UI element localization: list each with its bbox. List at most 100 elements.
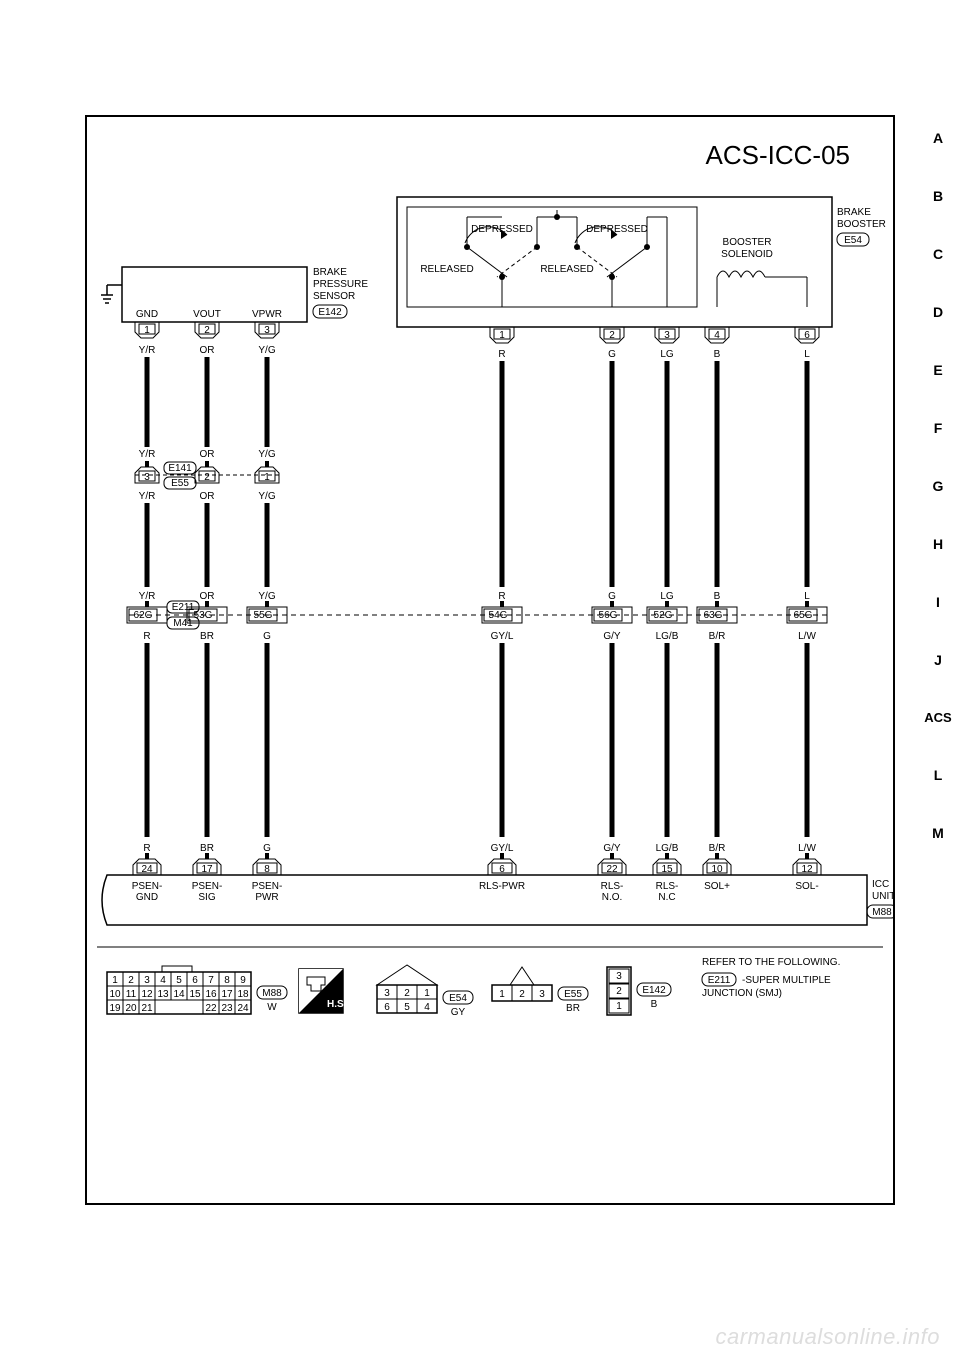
tab-m[interactable]: M bbox=[918, 825, 958, 841]
svg-text:GY/L: GY/L bbox=[491, 631, 514, 642]
diagram-frame: GND VOUT VPWR BRAKE PRESSURE SENSOR E142 bbox=[85, 115, 895, 1205]
svg-text:G: G bbox=[608, 349, 616, 360]
svg-text:R: R bbox=[498, 349, 505, 360]
svg-text:SIG: SIG bbox=[198, 892, 215, 903]
svg-text:52G: 52G bbox=[654, 610, 673, 621]
svg-text:R: R bbox=[498, 591, 505, 602]
svg-text:Y/R: Y/R bbox=[139, 449, 156, 460]
connector-m88: 1 2 3 4 5 6 7 8 9 10 11 12 13 14 bbox=[107, 966, 287, 1014]
wiring-diagram-svg: GND VOUT VPWR BRAKE PRESSURE SENSOR E142 bbox=[87, 117, 893, 1203]
svg-text:2: 2 bbox=[609, 330, 615, 341]
svg-text:54G: 54G bbox=[489, 610, 508, 621]
mid-junction-bps: Y/R OR Y/G 3 2 1 E141 E55 Y/R OR Y/G bbox=[135, 449, 279, 502]
svg-text:REFER TO THE FOLLOWING.: REFER TO THE FOLLOWING. bbox=[702, 957, 840, 968]
svg-text:1: 1 bbox=[424, 988, 430, 999]
bps-label-1: BRAKE bbox=[313, 267, 347, 278]
svg-text:6: 6 bbox=[804, 330, 810, 341]
svg-text:3: 3 bbox=[616, 971, 622, 982]
svg-text:BR: BR bbox=[200, 631, 214, 642]
svg-text:SOL-: SOL- bbox=[795, 881, 818, 892]
svg-text:L: L bbox=[804, 591, 810, 602]
brake-booster-label-1: BRAKE bbox=[837, 207, 871, 218]
svg-text:1: 1 bbox=[616, 1001, 622, 1012]
svg-text:2: 2 bbox=[128, 975, 134, 986]
switch-depressed-2: DEPRESSED bbox=[586, 224, 648, 235]
svg-text:6: 6 bbox=[192, 975, 198, 986]
tab-i[interactable]: I bbox=[918, 594, 958, 610]
svg-text:23: 23 bbox=[221, 1003, 233, 1014]
svg-text:B: B bbox=[714, 591, 721, 602]
svg-text:RLS-: RLS- bbox=[601, 881, 624, 892]
svg-text:BR: BR bbox=[566, 1003, 580, 1014]
tab-f[interactable]: F bbox=[918, 420, 958, 436]
svg-text:Y/G: Y/G bbox=[258, 491, 275, 502]
svg-text:E211: E211 bbox=[172, 602, 195, 613]
tab-j[interactable]: J bbox=[918, 652, 958, 668]
junction-bottom-colors: R BR G GY/L G/Y LG/B B/R L/W bbox=[143, 631, 816, 642]
svg-text:8: 8 bbox=[224, 975, 230, 986]
wires-upper bbox=[147, 357, 807, 587]
svg-text:GY/L: GY/L bbox=[491, 843, 514, 854]
svg-text:3: 3 bbox=[264, 325, 270, 336]
tab-b[interactable]: B bbox=[918, 188, 958, 204]
watermark: carmanualsonline.info bbox=[715, 1324, 940, 1350]
tab-g[interactable]: G bbox=[918, 478, 958, 494]
svg-text:9: 9 bbox=[240, 975, 246, 986]
bps-label-3: SENSOR bbox=[313, 291, 355, 302]
tab-c[interactable]: C bbox=[918, 246, 958, 262]
svg-text:5: 5 bbox=[404, 1002, 410, 1013]
brake-booster-connector: E54 bbox=[844, 235, 862, 246]
wires-lower bbox=[147, 643, 807, 837]
section-tabs: A B C D E F G H I J ACS L M bbox=[918, 130, 958, 883]
svg-text:2: 2 bbox=[404, 988, 410, 999]
svg-text:11: 11 bbox=[126, 989, 137, 1000]
svg-text:M41: M41 bbox=[173, 618, 193, 629]
svg-text:N.O.: N.O. bbox=[602, 892, 623, 903]
brake-booster-label-2: BOOSTER bbox=[837, 219, 886, 230]
svg-text:W: W bbox=[267, 1002, 277, 1013]
svg-text:10: 10 bbox=[711, 864, 723, 875]
svg-text:E211: E211 bbox=[708, 975, 731, 986]
svg-text:1: 1 bbox=[144, 325, 150, 336]
booster-solenoid-label-1: BOOSTER bbox=[723, 237, 772, 248]
svg-text:RLS-: RLS- bbox=[656, 881, 679, 892]
tab-a[interactable]: A bbox=[918, 130, 958, 146]
svg-text:12: 12 bbox=[141, 989, 153, 1000]
svg-text:G/Y: G/Y bbox=[603, 843, 621, 854]
svg-text:1: 1 bbox=[264, 472, 270, 483]
svg-text:1: 1 bbox=[499, 330, 505, 341]
svg-text:BR: BR bbox=[200, 843, 214, 854]
svg-text:-SUPER MULTIPLE: -SUPER MULTIPLE bbox=[742, 975, 831, 986]
svg-text:OR: OR bbox=[200, 591, 215, 602]
svg-text:GY: GY bbox=[451, 1007, 466, 1018]
tab-h[interactable]: H bbox=[918, 536, 958, 552]
svg-text:65G: 65G bbox=[794, 610, 813, 621]
svg-text:PWR: PWR bbox=[255, 892, 278, 903]
svg-text:OR: OR bbox=[200, 449, 215, 460]
svg-text:SOL+: SOL+ bbox=[704, 881, 730, 892]
icc-wire-colors: R BR G GY/L G/Y LG/B B/R L/W bbox=[143, 843, 816, 859]
tab-l[interactable]: L bbox=[918, 767, 958, 783]
svg-text:B: B bbox=[714, 349, 721, 360]
svg-text:3: 3 bbox=[664, 330, 670, 341]
tab-d[interactable]: D bbox=[918, 304, 958, 320]
svg-text:3: 3 bbox=[384, 988, 390, 999]
svg-text:JUNCTION (SMJ): JUNCTION (SMJ) bbox=[702, 988, 782, 999]
junction-top-colors: Y/R OR Y/G R G LG B L bbox=[139, 591, 811, 607]
svg-text:13: 13 bbox=[157, 989, 169, 1000]
svg-text:PSEN-: PSEN- bbox=[252, 881, 283, 892]
tab-e[interactable]: E bbox=[918, 362, 958, 378]
svg-text:4: 4 bbox=[160, 975, 166, 986]
bps-pin-vout: VOUT bbox=[193, 309, 221, 320]
wires-mid bbox=[147, 503, 267, 587]
svg-text:5: 5 bbox=[176, 975, 182, 986]
svg-text:G: G bbox=[263, 631, 271, 642]
svg-text:19: 19 bbox=[109, 1003, 121, 1014]
icc-unit-label-1: ICC bbox=[872, 879, 889, 890]
svg-text:H.S.: H.S. bbox=[327, 999, 347, 1010]
svg-text:1: 1 bbox=[499, 989, 505, 1000]
svg-text:8: 8 bbox=[264, 864, 270, 875]
bps-label-2: PRESSURE bbox=[313, 279, 368, 290]
brake-booster: DEPRESSED DEPRESSED RELEASED RELEASED bbox=[397, 197, 886, 327]
tab-acs[interactable]: ACS bbox=[918, 710, 958, 725]
